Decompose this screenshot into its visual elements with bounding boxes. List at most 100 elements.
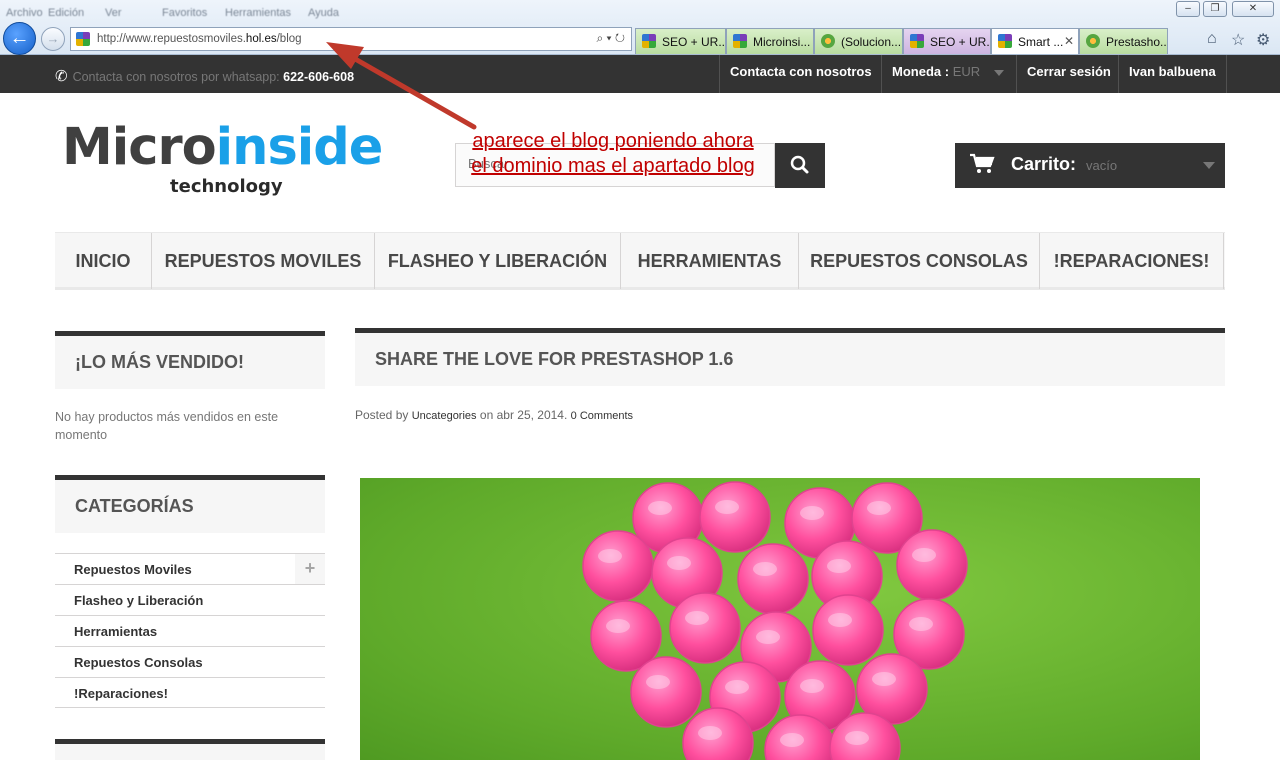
menu-file[interactable]: Archivo — [6, 7, 43, 19]
tab-label: Microinsi... — [753, 35, 811, 49]
menu-repuestos-consolas[interactable]: REPUESTOS CONSOLAS — [799, 233, 1040, 289]
puzzle-favicon-icon — [998, 34, 1012, 48]
menu-tools[interactable]: Herramientas — [225, 7, 291, 19]
back-arrow-icon: ← — [9, 27, 30, 49]
menu-inicio[interactable]: INICIO — [55, 233, 152, 289]
tab-label: SEO + UR... — [930, 35, 991, 49]
puzzle-favicon-icon — [642, 34, 656, 48]
url-actions-icon[interactable]: ⌕ ▾ ↻ — [596, 31, 625, 46]
menu-repuestos-moviles[interactable]: REPUESTOS MOVILES — [152, 233, 375, 289]
tab-solucion[interactable]: (Solucion... — [814, 28, 903, 54]
pill-highlight — [756, 630, 780, 644]
user-account-link[interactable]: Ivan balbuena — [1118, 55, 1227, 93]
tab-smart-active[interactable]: Smart ... ✕ — [991, 28, 1079, 54]
chevron-down-icon — [993, 69, 1004, 76]
tab-seo-2[interactable]: SEO + UR... — [903, 28, 991, 54]
categories-title: CATEGORÍAS — [55, 475, 325, 533]
menu-help[interactable]: Ayuda — [308, 7, 339, 19]
cart-status: vacío — [1086, 158, 1118, 173]
next-sidebar-block — [55, 739, 325, 760]
close-tab-icon[interactable]: ✕ — [1064, 34, 1074, 48]
main-menu: INICIO REPUESTOS MOVILES FLASHEO Y LIBER… — [55, 232, 1225, 290]
post-title[interactable]: SHARE THE LOVE FOR PRESTASHOP 1.6 — [355, 328, 1225, 386]
whatsapp-number: 622-606-608 — [283, 70, 355, 84]
pill-highlight — [725, 680, 749, 694]
pink-pill — [812, 594, 884, 666]
pill-highlight — [667, 556, 691, 570]
cart-block[interactable]: Carrito: vacío — [955, 143, 1225, 188]
site-logo[interactable]: Microinside technology — [62, 120, 402, 200]
forward-button[interactable]: → — [41, 27, 65, 51]
logout-link[interactable]: Cerrar sesión — [1016, 55, 1121, 93]
expand-plus-icon[interactable]: + — [295, 554, 325, 584]
menu-herramientas[interactable]: HERRAMIENTAS — [621, 233, 799, 289]
category-repuestos-moviles[interactable]: Repuestos Moviles + — [55, 553, 325, 584]
pill-highlight — [598, 549, 622, 563]
menu-edit[interactable]: Edición — [48, 7, 84, 19]
logo-wordmark: Microinside — [62, 118, 383, 177]
browser-chrome: Archivo Edición Ver Favoritos Herramient… — [0, 0, 1280, 55]
pill-highlight — [753, 562, 777, 576]
pill-highlight — [800, 506, 824, 520]
currency-label: Moneda : — [892, 64, 950, 79]
category-herramientas[interactable]: Herramientas — [55, 615, 325, 646]
back-button[interactable]: ← — [3, 22, 36, 55]
post-date: abr 25, 2014. — [496, 408, 568, 422]
pill-highlight — [648, 501, 672, 515]
post-meta: Posted by Uncategories on abr 25, 2014. … — [355, 408, 634, 422]
currency-value: EUR — [952, 64, 981, 79]
close-window-button[interactable]: ✕ — [1232, 1, 1274, 17]
pill-highlight — [828, 613, 852, 627]
pill-highlight — [646, 675, 670, 689]
tab-label: Smart ... — [1018, 35, 1064, 49]
post-category-link[interactable]: Uncategories — [412, 410, 477, 422]
puzzle-favicon-icon — [910, 34, 924, 48]
annotation-text: aparece el blog poniendo ahora el domini… — [471, 130, 755, 177]
favorites-star-icon[interactable]: ☆ — [1231, 30, 1245, 50]
pill-highlight — [780, 733, 804, 747]
search-icon — [790, 155, 809, 174]
bestsellers-title[interactable]: ¡LO MÁS VENDIDO! — [55, 331, 325, 389]
pill-highlight — [698, 726, 722, 740]
menu-view[interactable]: Ver — [105, 7, 122, 19]
whatsapp-label: Contacta con nosotros por whatsapp: — [72, 70, 280, 84]
menu-flasheo-liberacion[interactable]: FLASHEO Y LIBERACIÓN — [375, 233, 621, 289]
cart-icon — [970, 153, 995, 173]
tab-label: SEO + UR... — [662, 35, 726, 49]
address-bar[interactable]: http://www.repuestosmoviles.hol.es/blog … — [70, 27, 632, 51]
pill-highlight — [912, 548, 936, 562]
tab-seo-1[interactable]: SEO + UR... — [635, 28, 726, 54]
category-flasheo[interactable]: Flasheo y Liberación — [55, 584, 325, 615]
site-topbar: ✆ Contacta con nosotros por whatsapp: 622… — [0, 55, 1280, 93]
menu-reparaciones[interactable]: !REPARACIONES! — [1040, 233, 1224, 289]
tab-label: (Solucion... — [841, 35, 902, 49]
post-featured-image[interactable] — [360, 478, 1200, 760]
post-comments-link[interactable]: 0 Comments — [571, 410, 633, 422]
currency-selector[interactable]: Moneda : EUR — [881, 55, 1018, 93]
tools-gear-icon[interactable]: ⚙ — [1256, 30, 1270, 50]
pill-highlight — [867, 501, 891, 515]
chevron-down-icon — [1203, 162, 1215, 169]
pink-pill — [699, 481, 771, 553]
whatsapp-contact: ✆ Contacta con nosotros por whatsapp: 622… — [55, 67, 354, 85]
tab-label: Prestasho... — [1106, 35, 1168, 49]
category-repuestos-consolas[interactable]: Repuestos Consolas — [55, 646, 325, 677]
cart-label: Carrito: — [1011, 154, 1077, 174]
tab-prestashop[interactable]: Prestasho... — [1079, 28, 1168, 54]
url-text[interactable]: http://www.repuestosmoviles.hol.es/blog — [97, 33, 302, 45]
logo-tagline: technology — [170, 176, 283, 197]
pill-highlight — [845, 731, 869, 745]
puzzle-favicon-icon — [76, 32, 90, 46]
minimize-button[interactable]: – — [1176, 1, 1200, 17]
category-label: Repuestos Moviles — [74, 562, 192, 577]
menu-favorites[interactable]: Favoritos — [162, 7, 207, 19]
search-button[interactable] — [775, 143, 825, 188]
pill-highlight — [909, 617, 933, 631]
contact-link[interactable]: Contacta con nosotros — [719, 55, 882, 93]
maximize-button[interactable]: ❐ — [1203, 1, 1227, 17]
home-icon[interactable]: ⌂ — [1207, 30, 1217, 48]
tab-microinside[interactable]: Microinsi... — [726, 28, 814, 54]
pink-pill — [630, 656, 702, 728]
pill-highlight — [685, 611, 709, 625]
category-reparaciones[interactable]: !Reparaciones! — [55, 677, 325, 708]
